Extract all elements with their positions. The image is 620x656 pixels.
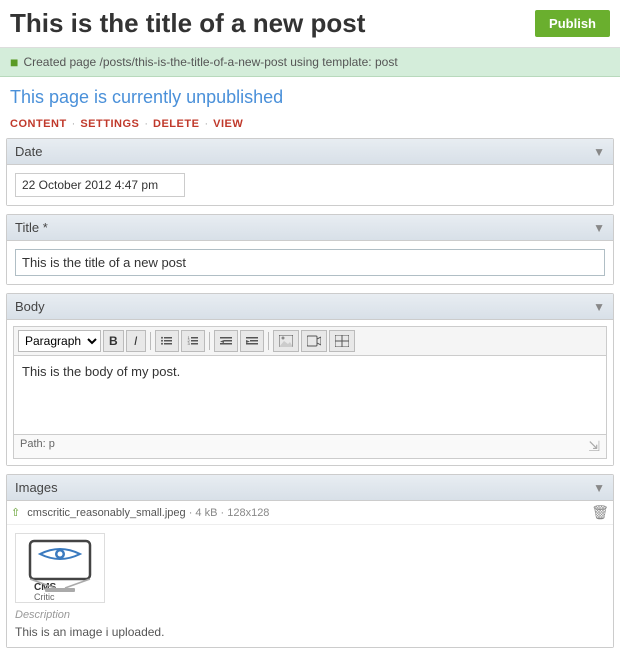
- images-chevron-icon: ▼: [593, 481, 605, 495]
- media-button[interactable]: [301, 330, 327, 352]
- description-label: Description: [15, 609, 605, 621]
- unpublished-message: This page is currently unpublished: [0, 77, 620, 114]
- page-title: This is the title of a new post: [10, 8, 365, 39]
- outdent-button[interactable]: [214, 330, 238, 352]
- date-chevron-icon: ▼: [593, 145, 605, 159]
- body-section: Body ▼ Paragraph B I 123: [6, 293, 614, 466]
- image-button[interactable]: [273, 330, 299, 352]
- date-section: Date ▼: [6, 138, 614, 206]
- toolbar-divider-3: [268, 332, 269, 350]
- unordered-list-button[interactable]: [155, 330, 179, 352]
- ordered-list-button[interactable]: 123: [181, 330, 205, 352]
- tab-dot-3: ·: [204, 118, 208, 130]
- toolbar-divider-2: [209, 332, 210, 350]
- image-meta: · 4 kB · 128x128: [189, 507, 270, 519]
- tab-navigation: CONTENT · SETTINGS · DELETE · VIEW: [0, 114, 620, 138]
- body-section-title: Body: [15, 299, 45, 314]
- editor-footer: Path: p ⇲: [13, 435, 607, 459]
- notice-text: Created page /posts/this-is-the-title-of…: [23, 55, 397, 69]
- images-section-body: ⇧ cmscritic_reasonably_small.jpeg · 4 kB…: [7, 501, 613, 647]
- editor-content: This is the body of my post.: [22, 364, 598, 379]
- bold-button[interactable]: B: [103, 330, 124, 352]
- tab-settings[interactable]: SETTINGS: [80, 118, 139, 130]
- editor-path: Path: p: [20, 438, 55, 455]
- svg-text:Critic: Critic: [34, 592, 55, 601]
- editor-body[interactable]: This is the body of my post.: [13, 355, 607, 435]
- description-value: This is an image i uploaded.: [15, 625, 605, 639]
- date-input[interactable]: [15, 173, 185, 197]
- notice-icon: ■: [10, 54, 18, 70]
- delete-image-icon[interactable]: 🗑: [591, 504, 609, 521]
- date-section-body: [7, 165, 613, 205]
- image-filename: cmscritic_reasonably_small.jpeg: [27, 507, 185, 519]
- title-section-body: [7, 241, 613, 284]
- editor-toolbar: Paragraph B I 123: [13, 326, 607, 355]
- indent-button[interactable]: [240, 330, 264, 352]
- italic-button[interactable]: I: [126, 330, 146, 352]
- image-preview-container: CMS Critic Description This is an image …: [7, 525, 613, 647]
- page-header: This is the title of a new post Publish: [0, 0, 620, 48]
- toolbar-divider-1: [150, 332, 151, 350]
- images-section-header[interactable]: Images ▼: [7, 475, 613, 501]
- images-section-title: Images: [15, 480, 58, 495]
- body-section-body: Paragraph B I 123: [7, 320, 613, 465]
- upload-icon: ⇧: [11, 507, 20, 519]
- image-item-row: ⇧ cmscritic_reasonably_small.jpeg · 4 kB…: [7, 501, 613, 525]
- resize-handle-icon[interactable]: ⇲: [588, 438, 600, 455]
- body-section-header[interactable]: Body ▼: [7, 294, 613, 320]
- table-button[interactable]: [329, 330, 355, 352]
- date-section-header[interactable]: Date ▼: [7, 139, 613, 165]
- svg-text:3: 3: [187, 341, 190, 346]
- notice-bar: ■ Created page /posts/this-is-the-title-…: [0, 48, 620, 77]
- title-section: Title * ▼: [6, 214, 614, 285]
- date-section-title: Date: [15, 144, 42, 159]
- tab-content[interactable]: CONTENT: [10, 118, 67, 130]
- tab-delete[interactable]: DELETE: [153, 118, 199, 130]
- images-section: Images ▼ ⇧ cmscritic_reasonably_small.jp…: [6, 474, 614, 648]
- publish-button[interactable]: Publish: [535, 10, 610, 37]
- body-chevron-icon: ▼: [593, 300, 605, 314]
- tab-view[interactable]: VIEW: [213, 118, 243, 130]
- tab-dot-1: ·: [72, 118, 76, 130]
- tab-dot-2: ·: [144, 118, 148, 130]
- title-section-header[interactable]: Title * ▼: [7, 215, 613, 241]
- image-preview: CMS Critic: [15, 533, 105, 603]
- image-info: ⇧ cmscritic_reasonably_small.jpeg · 4 kB…: [11, 506, 269, 519]
- format-select[interactable]: Paragraph: [18, 330, 101, 352]
- title-input[interactable]: [15, 249, 605, 276]
- title-chevron-icon: ▼: [593, 221, 605, 235]
- title-section-title: Title *: [15, 220, 48, 235]
